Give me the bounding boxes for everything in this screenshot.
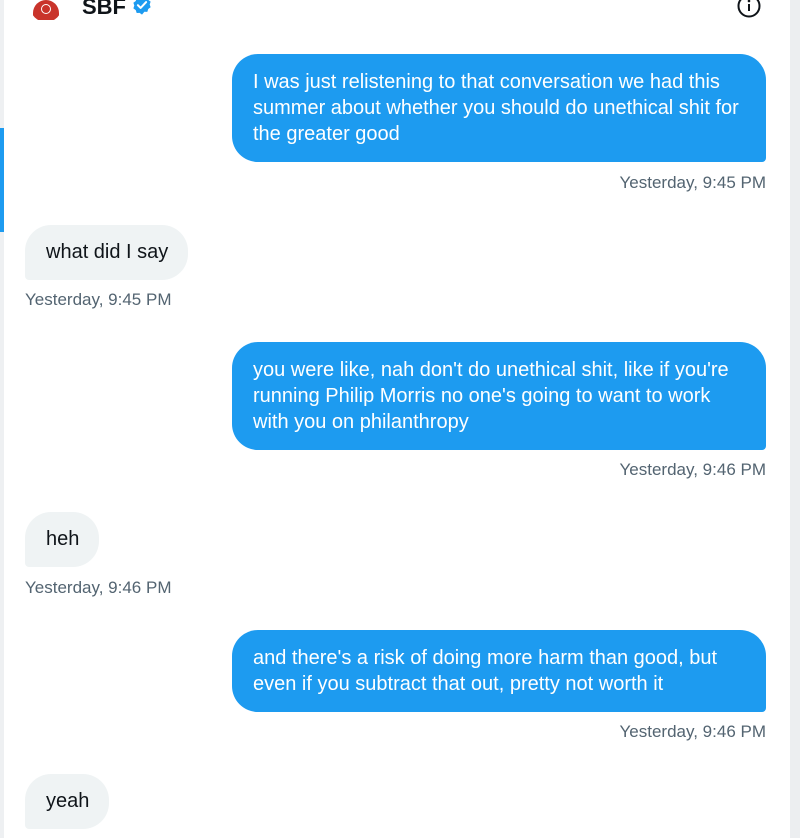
message-timestamp: Yesterday, 9:46 PM [619, 460, 766, 479]
message-timestamp: Yesterday, 9:45 PM [619, 173, 766, 192]
avatar-shirt-logo [41, 4, 51, 14]
verified-badge-icon [133, 0, 151, 15]
active-conversation-indicator [0, 128, 4, 232]
contact-name[interactable]: SBF [82, 0, 126, 20]
info-icon[interactable] [736, 0, 762, 19]
window-right-edge [790, 0, 800, 838]
window-left-edge [0, 0, 4, 838]
message-bubble-received[interactable]: heh [25, 512, 100, 567]
user-avatar-icon[interactable] [30, 0, 62, 22]
conversation-header: SBF [0, 0, 790, 26]
message-timestamp: Yesterday, 9:46 PM [619, 722, 766, 741]
message-bubble-received[interactable]: yeah [25, 774, 110, 829]
message-bubble-sent[interactable]: you were like, nah don't do unethical sh… [232, 342, 766, 450]
message-timestamp: Yesterday, 9:46 PM [25, 578, 172, 597]
message-bubble-sent[interactable]: and there's a risk of doing more harm th… [232, 630, 766, 712]
message-bubble-received[interactable]: what did I say [25, 225, 189, 280]
message-bubble-sent[interactable]: I was just relistening to that conversat… [232, 54, 766, 162]
message-timestamp: Yesterday, 9:45 PM [25, 290, 172, 309]
